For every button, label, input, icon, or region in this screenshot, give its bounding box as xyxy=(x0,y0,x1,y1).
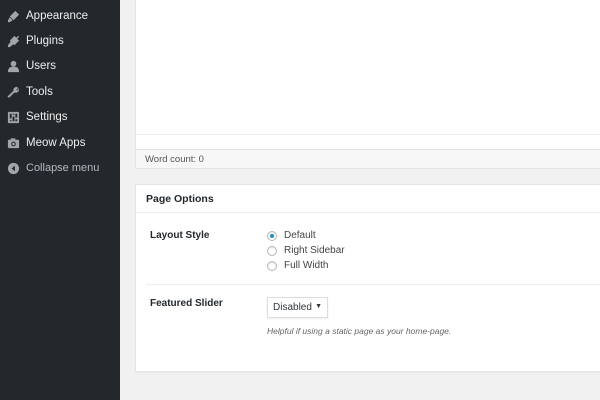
sidebar-item-label: Appearance xyxy=(26,10,89,22)
section-divider xyxy=(146,284,600,285)
featured-slider-label: Featured Slider xyxy=(150,298,223,309)
sidebar-item-label: Settings xyxy=(26,111,68,123)
sidebar-item-label: Tools xyxy=(26,86,53,98)
settings-icon xyxy=(6,110,20,124)
admin-sidebar: Appearance Plugins Users Tools Settings … xyxy=(0,0,120,400)
collapse-menu-label: Collapse menu xyxy=(26,162,100,174)
sidebar-item-users[interactable]: Users xyxy=(0,54,120,78)
radio-right-sidebar[interactable]: Right Sidebar xyxy=(267,245,345,256)
sidebar-item-settings[interactable]: Settings xyxy=(0,105,120,129)
radio-button[interactable] xyxy=(267,230,277,241)
sidebar-item-tools[interactable]: Tools xyxy=(0,80,120,104)
featured-slider-select[interactable]: Disabled ▼ xyxy=(267,297,328,318)
plug-icon xyxy=(6,34,20,48)
word-count-bar: Word count: 0 xyxy=(135,150,600,169)
camera-icon xyxy=(6,136,20,150)
sidebar-item-label: Meow Apps xyxy=(26,137,86,149)
sidebar-item-appearance[interactable]: Appearance xyxy=(0,4,120,28)
radio-label: Full Width xyxy=(284,260,329,271)
collapse-icon xyxy=(6,161,20,175)
sidebar-item-meow-apps[interactable]: Meow Apps xyxy=(0,131,120,155)
radio-label: Default xyxy=(284,230,316,241)
radio-full-width[interactable]: Full Width xyxy=(267,260,328,271)
word-count: Word count: 0 xyxy=(145,153,204,165)
radio-button[interactable] xyxy=(267,245,277,256)
sidebar-item-plugins[interactable]: Plugins xyxy=(0,29,120,53)
page-options-heading: Page Options xyxy=(146,192,214,205)
collapse-menu-button[interactable]: Collapse menu xyxy=(0,156,120,180)
page-options-box: Page Options Layout Style Default Right … xyxy=(135,184,600,372)
page-options-title[interactable]: Page Options xyxy=(136,185,600,213)
brush-icon xyxy=(6,9,20,23)
sidebar-item-label: Plugins xyxy=(26,35,64,47)
featured-slider-help: Helpful if using a static page as your h… xyxy=(267,326,452,336)
dropdown-arrow-icon: ▼ xyxy=(315,303,322,310)
radio-button[interactable] xyxy=(267,260,277,271)
radio-label: Right Sidebar xyxy=(284,245,345,256)
layout-style-label: Layout Style xyxy=(150,230,210,241)
main-content: Word count: 0 Page Options Layout Style … xyxy=(120,0,600,400)
editor-divider xyxy=(136,134,600,135)
radio-default[interactable]: Default xyxy=(267,230,316,241)
content-editor[interactable] xyxy=(135,0,600,150)
user-icon xyxy=(6,59,20,73)
select-value: Disabled xyxy=(273,302,312,313)
sidebar-item-label: Users xyxy=(26,60,57,72)
wrench-icon xyxy=(6,85,20,99)
